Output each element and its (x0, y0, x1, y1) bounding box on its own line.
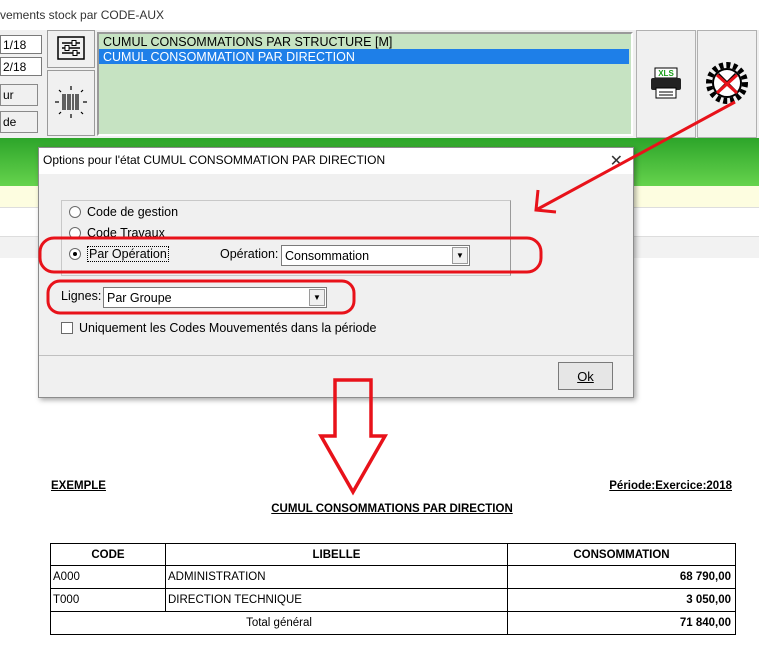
highlight-operation (38, 236, 543, 274)
annotation-arrow-line (535, 100, 736, 212)
down-arrow-icon (317, 378, 389, 496)
annotation-overlay (38, 100, 736, 496)
app-screen: vements stock par CODE-AUX 1/18 2/18 ur … (0, 0, 759, 647)
highlight-lignes (46, 279, 356, 315)
